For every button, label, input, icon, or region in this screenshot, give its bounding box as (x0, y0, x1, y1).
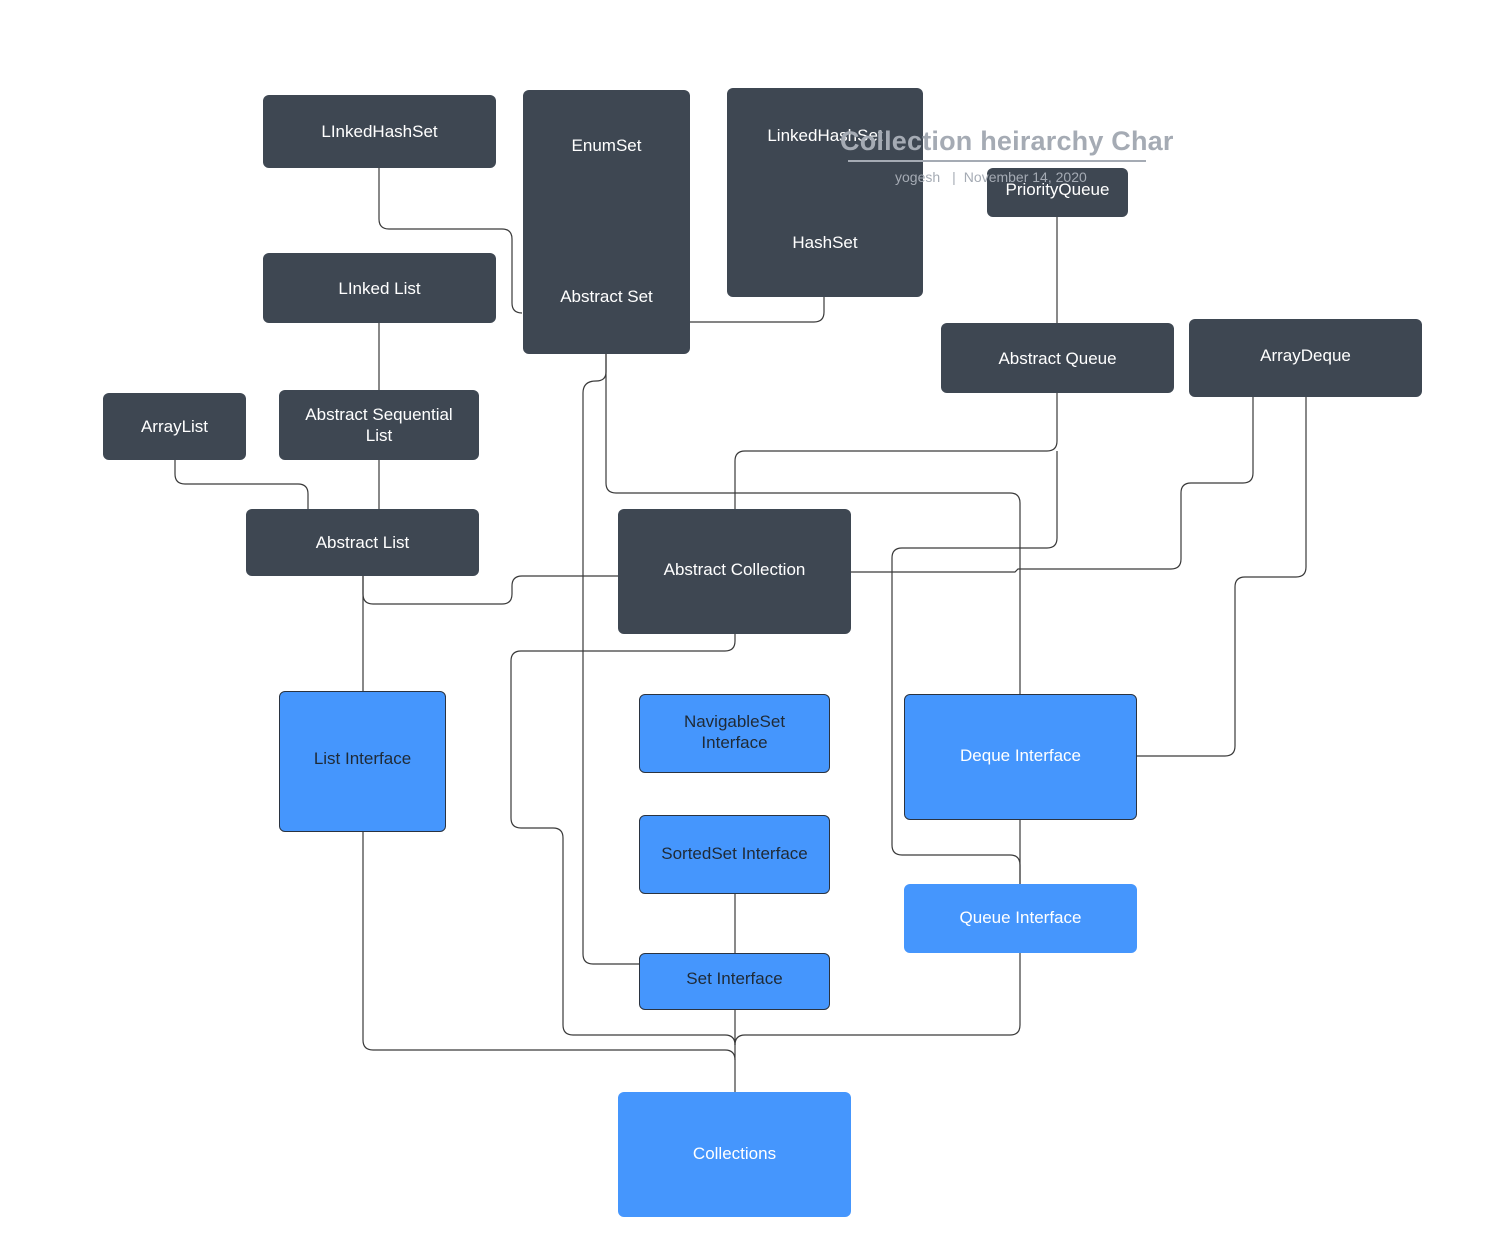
node-arraylist[interactable]: ArrayList (103, 393, 246, 460)
document-date: November 14, 2020 (963, 169, 1087, 185)
node-abstract-sequential-list[interactable]: Abstract Sequential List (279, 390, 479, 460)
node-abstract-set[interactable]: EnumSet Abstract Set (523, 90, 690, 354)
node-label: LInked List (338, 278, 421, 298)
node-label: ArrayList (140, 417, 209, 436)
node-arraydeque[interactable]: ArrayDeque (1189, 319, 1422, 397)
node-label: Deque Interface (960, 745, 1081, 765)
node-collections[interactable]: Collections (618, 1092, 851, 1217)
node-label: LInkedHashSet (321, 122, 438, 141)
document-author: yogesh (895, 169, 941, 185)
node-label-enumset: EnumSet (571, 136, 642, 155)
node-label: Abstract Collection (663, 559, 806, 579)
node-label: Queue Interface (959, 908, 1082, 927)
node-abstract-list[interactable]: Abstract List (246, 509, 479, 576)
node-linked-list[interactable]: LInked List (263, 253, 496, 323)
edge-abstract-collection-to-abstract-list (362, 575, 618, 605)
node-label: ArrayDeque (1260, 345, 1351, 365)
node-list-interface[interactable]: List Interface (279, 691, 446, 832)
edge-arraydeque-to-deque-interface (1137, 397, 1307, 757)
edge-abstract-set-to-set-interface (582, 354, 639, 965)
node-label-hashset: HashSet (792, 233, 858, 252)
edge-hashset-to-abstract-set (690, 297, 825, 323)
node-abstract-collection[interactable]: Abstract Collection (618, 509, 851, 634)
document-title: Collection heirarchy Char (840, 126, 1174, 156)
node-label: Abstract List (315, 533, 410, 552)
node-label-abstract-set: Abstract Set (560, 287, 653, 306)
node-abstract-queue[interactable]: Abstract Queue (941, 323, 1174, 393)
edge-abstract-queue-to-abstract-collection (734, 393, 1058, 509)
node-navigableset-interface[interactable]: NavigableSet Interface (639, 694, 830, 773)
meta-separator: | (952, 169, 956, 185)
node-label: List Interface (313, 748, 412, 768)
document-meta: yogesh | November 14, 2020 (895, 169, 1087, 185)
title-underline (848, 160, 1146, 162)
document-title-block: Collection heirarchy Char yogesh | Novembe… (840, 126, 1174, 185)
node-deque-interface[interactable]: Deque Interface (904, 694, 1137, 820)
edge-arraydeque-to-abstract-collection (851, 397, 1254, 573)
node-label: SortedSet Interface (661, 843, 808, 863)
node-linkedhashset-left[interactable]: LInkedHashSet (263, 95, 496, 168)
node-label: Set Interface (686, 969, 783, 988)
node-label: NavigableSet Interface (683, 712, 786, 752)
node-label: Abstract Queue (998, 348, 1117, 368)
node-queue-interface[interactable]: Queue Interface (904, 884, 1137, 953)
edge-arraylist-to-abstract-list (174, 460, 309, 509)
node-set-interface[interactable]: Set Interface (639, 953, 830, 1010)
node-label: Abstract Sequential List (305, 405, 453, 445)
node-label: Collections (692, 1144, 777, 1163)
node-sortedset-interface[interactable]: SortedSet Interface (639, 815, 830, 894)
node-hashset[interactable]: LinkedHashSet HashSet (727, 88, 923, 297)
